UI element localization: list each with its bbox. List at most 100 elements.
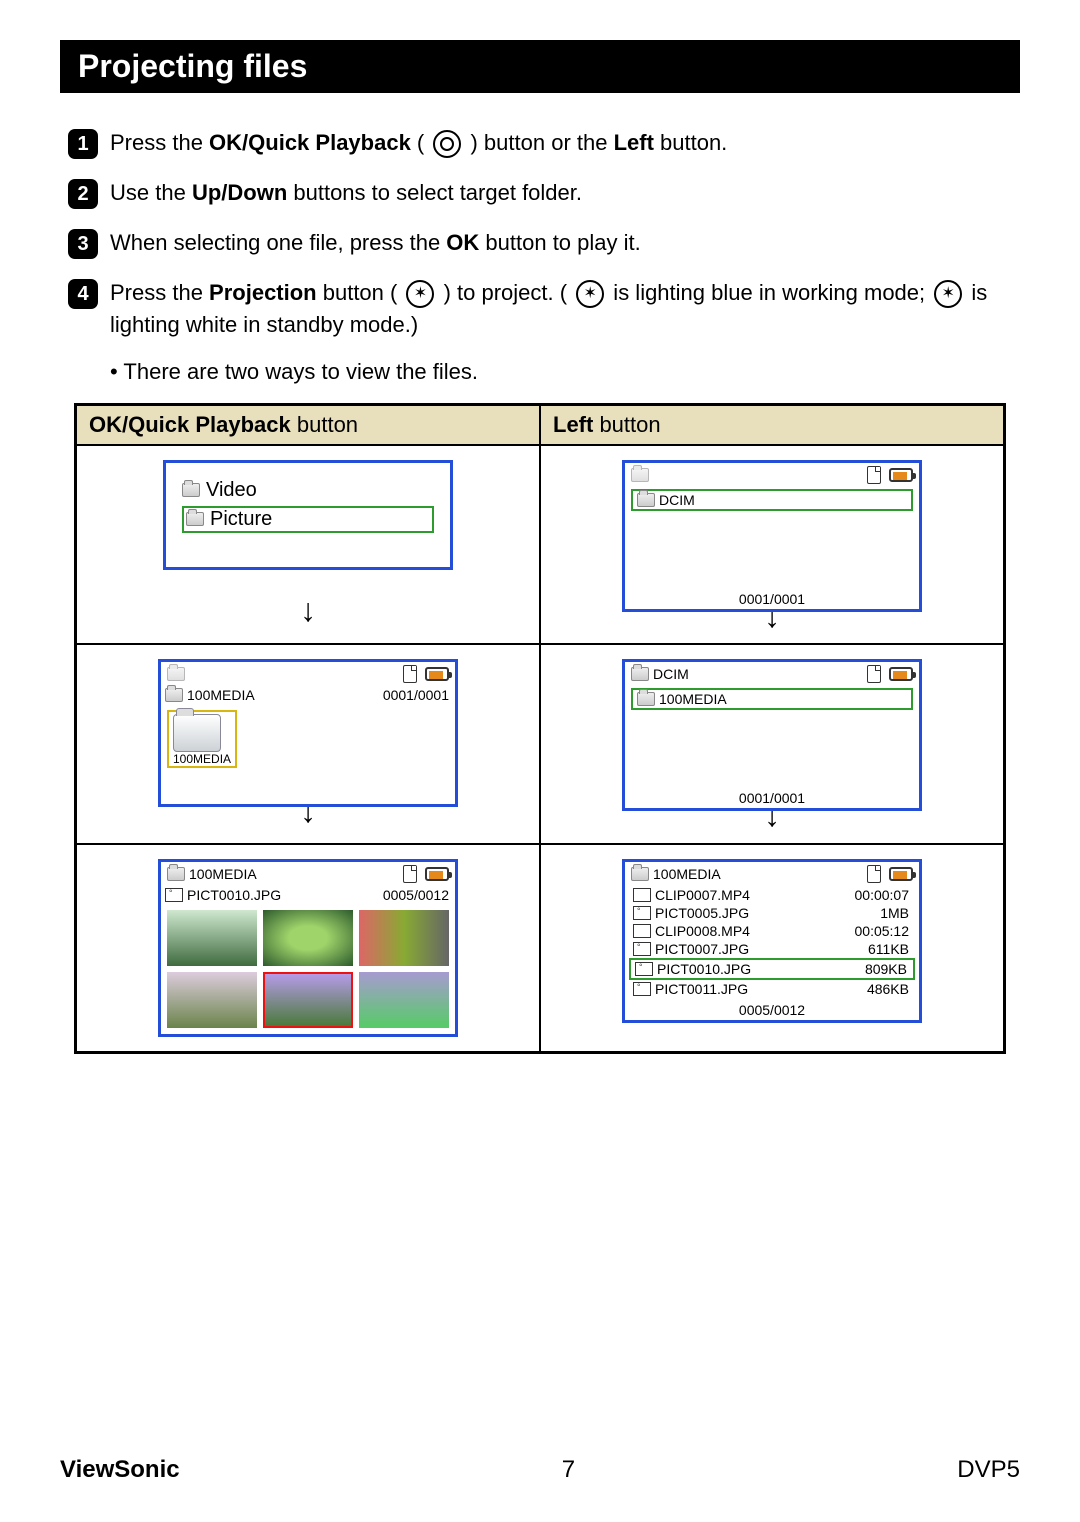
picture-icon [165, 888, 183, 902]
cell-left-1: Video Picture ↓ [77, 446, 541, 644]
projector-icon [576, 280, 604, 308]
file-name: CLIP0007.MP4 [655, 887, 750, 903]
header-right: Left button [541, 406, 1003, 444]
folder-icon [637, 493, 655, 507]
counter: 0001/0001 [625, 587, 919, 609]
thumbnail [359, 972, 449, 1028]
label-100media: 100MEDIA [187, 687, 255, 703]
folder-icon [637, 692, 655, 706]
step-2: 2 Use the Up/Down buttons to select targ… [68, 177, 1020, 209]
steps-list: 1 Press the OK/Quick Playback ( ) button… [68, 127, 1020, 341]
comparison-table: OK/Quick Playback button Left button Vid… [74, 403, 1006, 1054]
screen-video-picture: Video Picture [163, 460, 453, 570]
text: button ( [317, 280, 404, 305]
picture-icon [633, 906, 651, 920]
text: Press the [110, 280, 209, 305]
battery-icon [889, 468, 913, 482]
step-num-1: 1 [68, 129, 98, 159]
folder-icon [167, 667, 185, 681]
table-row: Video Picture ↓ DCIM 0001/0001 ↓ [77, 446, 1003, 646]
step-num-3: 3 [68, 229, 98, 259]
thumbnail-selected [263, 972, 353, 1028]
picture-icon [633, 942, 651, 956]
folder-icon [631, 867, 649, 881]
text-bold: OK/Quick Playback [89, 412, 291, 437]
battery-icon [889, 867, 913, 881]
screen-dcim-100media: DCIM 100MEDIA 0001/0001 [622, 659, 922, 811]
text: When selecting one file, press the [110, 230, 446, 255]
text-bold: OK [446, 230, 479, 255]
file-name: PICT0010.JPG [657, 961, 751, 977]
list-item: CLIP0008.MP4 00:05:12 [629, 922, 915, 940]
step-num-2: 2 [68, 179, 98, 209]
footer-page: 7 [562, 1456, 575, 1484]
text-bold: Left [614, 130, 654, 155]
battery-icon [425, 867, 449, 881]
list-item: CLIP0007.MP4 00:00:07 [629, 886, 915, 904]
text: ) to project. ( [437, 280, 573, 305]
sdcard-icon [403, 865, 417, 883]
text: buttons to select target folder. [287, 180, 582, 205]
sdcard-icon [867, 665, 881, 683]
battery-icon [889, 667, 913, 681]
section-title: Projecting files [60, 40, 1020, 93]
battery-icon [425, 667, 449, 681]
thumbnail [359, 910, 449, 966]
folder-icon [631, 667, 649, 681]
header-left: OK/Quick Playback button [77, 406, 541, 444]
video-icon [633, 924, 651, 938]
text: button [291, 412, 358, 437]
label-dcim: DCIM [653, 666, 689, 682]
folder-icon [182, 483, 200, 497]
file-meta: 00:00:07 [855, 887, 910, 903]
list-item: PICT0011.JPG486KB [629, 980, 915, 998]
video-icon [633, 888, 651, 902]
screen-thumbnails: 100MEDIA PICT0010.JPG0005/0012 [158, 859, 458, 1037]
step-num-4: 4 [68, 279, 98, 309]
folder-icon [631, 468, 649, 482]
counter: 0005/0012 [383, 887, 449, 903]
counter: 0001/0001 [383, 687, 449, 703]
step-1: 1 Press the OK/Quick Playback ( ) button… [68, 127, 1020, 159]
step-3: 3 When selecting one file, press the OK … [68, 227, 1020, 259]
step-4: 4 Press the Projection button ( ) to pro… [68, 277, 1020, 341]
folder-icon [167, 867, 185, 881]
file-meta: 00:05:12 [855, 923, 910, 939]
projector-icon [406, 280, 434, 308]
sdcard-icon [867, 466, 881, 484]
file-meta: 611KB [868, 941, 909, 957]
picture-icon [633, 982, 651, 996]
file-name: CLIP0008.MP4 [655, 923, 750, 939]
text: button to play it. [479, 230, 640, 255]
projector-icon [934, 280, 962, 308]
file-name: PICT0007.JPG [655, 941, 749, 957]
table-header: OK/Quick Playback button Left button [77, 406, 1003, 446]
file-list-body: CLIP0007.MP4 00:00:07PICT0005.JPG1MBCLIP0… [625, 886, 919, 998]
bullet-note: There are two ways to view the files. [110, 359, 1020, 385]
text: ( [411, 130, 431, 155]
thumbnail [167, 972, 257, 1028]
list-item: PICT0007.JPG 611KB [629, 940, 915, 958]
file-meta: 1MB [880, 905, 909, 921]
page-footer: ViewSonic 7 DVP5 [60, 1456, 1020, 1484]
text-bold: Up/Down [192, 180, 287, 205]
text-bold: OK/Quick Playback [209, 130, 411, 155]
cell-left-2: 100MEDIA0001/0001 100MEDIA ↓ [77, 645, 541, 843]
label-video: Video [206, 479, 257, 502]
sdcard-icon [403, 665, 417, 683]
record-icon [433, 130, 461, 158]
thumbnail-grid [161, 904, 455, 1034]
list-item: PICT0010.JPG 809KB [629, 958, 915, 980]
file-meta: 809KB [865, 961, 907, 977]
picture-icon [635, 962, 653, 976]
folder-icon [165, 688, 183, 702]
file-name: PICT0011.JPG [655, 981, 748, 997]
text: is lighting blue in working mode; [607, 280, 931, 305]
file-name: PICT0010.JPG [187, 887, 281, 903]
table-row: 100MEDIA0001/0001 100MEDIA ↓ DCIM 100MED… [77, 645, 1003, 845]
cell-right-1: DCIM 0001/0001 ↓ [541, 446, 1003, 644]
cell-right-2: DCIM 100MEDIA 0001/0001 ↓ [541, 645, 1003, 843]
list-item: PICT0005.JPG1MB [629, 904, 915, 922]
sdcard-icon [867, 865, 881, 883]
cell-left-3: 100MEDIA PICT0010.JPG0005/0012 [77, 845, 541, 1051]
